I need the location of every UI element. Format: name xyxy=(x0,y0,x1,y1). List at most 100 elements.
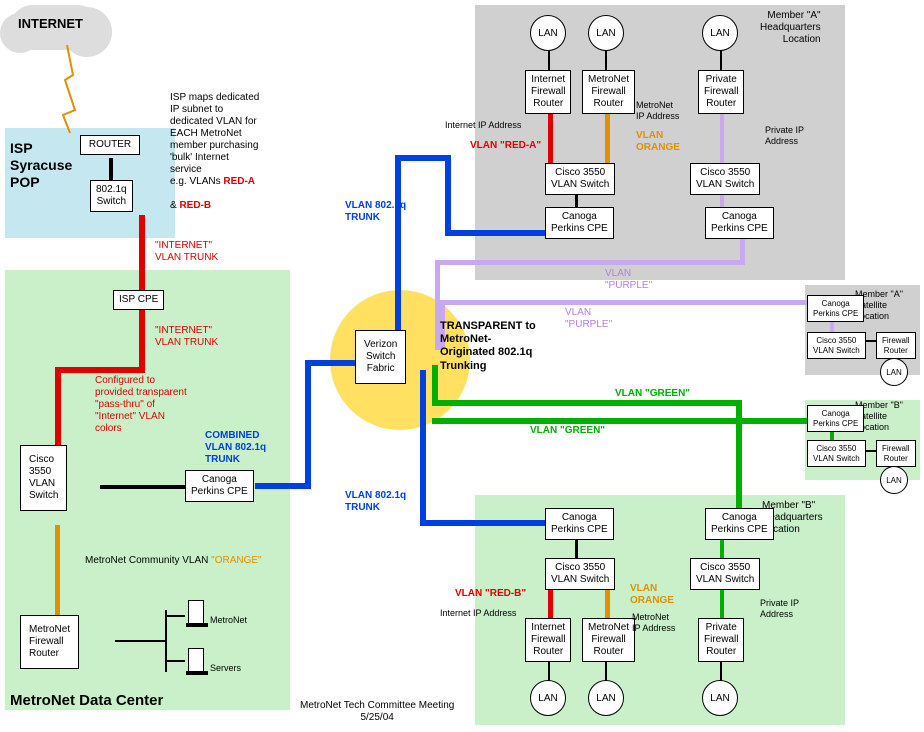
lan-asat: LAN xyxy=(880,358,908,386)
link-green-b-sat xyxy=(432,418,827,424)
link-combined-trunk-h2 xyxy=(305,360,360,366)
server-icon-1 xyxy=(188,600,204,624)
b-cisco-1: Cisco 3550 VLAN Switch xyxy=(545,558,615,590)
lan-b2: LAN xyxy=(588,680,624,716)
member-a-hq-title: Member "A" Headquarters Location xyxy=(760,10,821,46)
link-combined-trunk-v xyxy=(305,360,311,489)
link-fw-servers-h xyxy=(115,640,165,642)
dc-cisco-box: Cisco 3550 VLAN Switch xyxy=(20,445,67,511)
combined-trunk-label: COMBINED VLAN 802.1q TRUNK xyxy=(205,430,266,466)
internet-vlan-trunk-1: "INTERNET" VLAN TRUNK xyxy=(155,240,218,264)
bsat-cisco: Cisco 3550 VLAN Switch xyxy=(807,440,866,467)
vlan-purple-1: VLAN "PURPLE" xyxy=(605,268,652,292)
link-internet-vlan-trunk-2 xyxy=(139,308,145,373)
vlan-purple-2: VLAN "PURPLE" xyxy=(565,307,612,331)
link-purple-a-hq xyxy=(435,260,745,265)
isp-router-box: ROUTER xyxy=(80,135,140,155)
lan-line-b1 xyxy=(548,660,550,682)
link-orange-a xyxy=(605,110,610,165)
b-internet-fw: Internet Firewall Router xyxy=(525,618,571,662)
isp-cpe-box: ISP CPE xyxy=(113,290,164,310)
link-combined-trunk-h xyxy=(255,483,310,489)
link-orange-b xyxy=(605,588,610,618)
lightning-icon xyxy=(55,45,85,135)
a-private-fw: Private Firewall Router xyxy=(698,70,744,114)
link-trunk-b-h xyxy=(420,520,550,526)
isp-router-label: ROUTER xyxy=(89,139,131,150)
a-metronet-ip: MetroNet IP Address xyxy=(636,100,679,122)
lan-line-a3 xyxy=(720,50,722,72)
b-private-fw: Private Firewall Router xyxy=(698,618,744,662)
link-router-8021q xyxy=(109,158,113,180)
metronet-server-label: MetroNet xyxy=(210,615,247,626)
transparent-note: TRANSPARENT to MetroNet- Originated 802.… xyxy=(440,320,550,373)
link-trunk-a-h1 xyxy=(395,155,445,161)
server-icon-2 xyxy=(188,648,204,672)
b-internet-ip: Internet IP Address xyxy=(440,608,516,619)
vlan-green-2: VLAN "GREEN" xyxy=(530,425,605,437)
a-canoga-1: Canoga Perkins CPE xyxy=(545,207,614,239)
b-metronet-ip: MetroNet IP Address xyxy=(632,612,675,634)
vlan-trunk-a: VLAN 802.1q TRUNK xyxy=(345,200,406,224)
bsat-fw: Firewall Router xyxy=(876,440,916,467)
link-trunk-a-v2 xyxy=(445,155,451,235)
lan-line-b2 xyxy=(605,660,607,682)
b-canoga-1: Canoga Perkins CPE xyxy=(545,508,614,540)
b-cisco-2: Cisco 3550 VLAN Switch xyxy=(690,558,760,590)
link-orange-dc xyxy=(55,525,60,620)
a-cisco-1: Cisco 3550 VLAN Switch xyxy=(545,163,615,195)
b-private-ip: Private IP Address xyxy=(760,598,799,620)
lan-line-a2 xyxy=(605,50,607,72)
asat-fw: Firewall Router xyxy=(876,332,916,359)
lan-b3: LAN xyxy=(702,680,738,716)
link-green-b-hq xyxy=(432,400,742,406)
internet-vlan-trunk-2: "INTERNET" VLAN TRUNK xyxy=(155,325,218,349)
link-red-b xyxy=(548,588,553,618)
a-internet-ip: Internet IP Address xyxy=(445,120,521,131)
vlan-green-1: VLAN "GREEN" xyxy=(615,388,690,400)
vlan-red-a-label: VLAN "RED-A" xyxy=(470,140,541,152)
internet-label: INTERNET xyxy=(18,16,83,32)
isp-note: ISP maps dedicated IP subnet to dedicate… xyxy=(170,80,300,212)
a-vlan-orange: VLAN ORANGE xyxy=(636,130,680,154)
dc-firewall-box: MetroNet Firewall Router xyxy=(20,615,79,669)
a-internet-fw: Internet Firewall Router xyxy=(525,70,571,114)
lan-line-b3 xyxy=(720,660,722,682)
lan-a1: LAN xyxy=(530,15,566,51)
link-trunk-a-v xyxy=(395,155,401,330)
a-cisco-2: Cisco 3550 VLAN Switch xyxy=(690,163,760,195)
a-private-ip: Private IP Address xyxy=(765,125,804,147)
link-red-a xyxy=(548,110,553,165)
link-purple-a-sat xyxy=(440,300,820,305)
link-purple-a-hq-inner1 xyxy=(720,110,724,165)
link-green-b-hq-v0 xyxy=(432,365,438,406)
lan-line-a1 xyxy=(548,50,550,72)
vlan-red-b-label: VLAN "RED-B" xyxy=(455,588,526,600)
link-server2 xyxy=(165,660,185,662)
link-trunk-a-h2 xyxy=(445,230,550,236)
b-vlan-orange: VLAN ORANGE xyxy=(630,583,674,607)
lan-a2: LAN xyxy=(588,15,624,51)
link-cisco-canoga-dc xyxy=(100,485,190,489)
lan-a3: LAN xyxy=(702,15,738,51)
community-vlan-label: MetroNet Community VLAN "ORANGE" xyxy=(85,555,262,567)
verizon-box: Verizon Switch Fabric xyxy=(355,330,406,384)
link-internet-vlan-trunk-1 xyxy=(139,215,145,290)
bsat-canoga: Canoga Perkins CPE xyxy=(807,405,864,432)
lan-b1: LAN xyxy=(530,680,566,716)
link-green-b-hq-inner1 xyxy=(720,538,724,560)
isp-8021q-switch: 802.1q Switch xyxy=(90,180,133,212)
link-internet-vlan-trunk-2c xyxy=(55,367,61,447)
servers-label: Servers xyxy=(210,663,241,674)
footer-label: MetroNet Tech Committee Meeting 5/25/04 xyxy=(300,700,454,724)
link-fw-servers-v xyxy=(165,610,167,672)
link-server1 xyxy=(165,615,185,617)
vlan-trunk-b: VLAN 802.1q TRUNK xyxy=(345,490,406,514)
isp-pop-title: ISP Syracuse POP xyxy=(10,140,72,190)
asat-cisco: Cisco 3550 VLAN Switch xyxy=(807,332,866,359)
link-trunk-b-v xyxy=(420,370,426,525)
dc-canoga-box: Canoga Perkins CPE xyxy=(185,470,254,502)
asat-canoga: Canoga Perkins CPE xyxy=(807,295,864,322)
dc-title: MetroNet Data Center xyxy=(10,692,163,710)
link-b-canoga-cisco xyxy=(575,538,578,560)
